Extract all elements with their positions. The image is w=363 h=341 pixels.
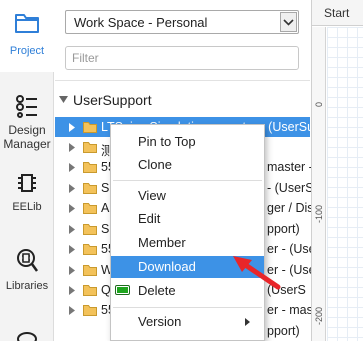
delete-icon — [115, 285, 130, 295]
workspace-select[interactable]: Work Space - Personal — [65, 10, 299, 34]
sidebar-item-label: Manager — [3, 137, 51, 151]
folder-icon — [83, 285, 97, 296]
sidebar-item-eelib[interactable]: EELib — [0, 166, 54, 222]
menu-divider — [113, 180, 262, 181]
folder-icon — [83, 142, 97, 153]
sidebar-item-design-manager[interactable]: Design Manager — [0, 86, 54, 156]
sidebar-item-more[interactable] — [0, 326, 54, 341]
tree-row-label-suffix: pport) — [267, 222, 300, 236]
expanded-arrow-icon[interactable] — [59, 96, 68, 104]
menu-item-pin-to-top[interactable]: Pin to Top — [111, 131, 264, 153]
collapsed-arrow-icon[interactable] — [69, 225, 75, 234]
partial-icon — [17, 332, 37, 341]
tree-root-usersupport[interactable]: UserSupport — [55, 90, 310, 110]
folder-icon — [83, 265, 97, 276]
collapsed-arrow-icon[interactable] — [69, 306, 75, 315]
tree-root-label: UserSupport — [73, 92, 152, 108]
tree-row-label-suffix: - (UserS — [267, 181, 314, 195]
menu-item-label: Member — [138, 235, 186, 250]
folder-icon — [83, 305, 97, 316]
canvas-grid[interactable] — [327, 27, 363, 341]
design-manager-icon — [16, 95, 37, 118]
folder-icon — [15, 14, 39, 33]
collapsed-arrow-icon[interactable] — [69, 143, 75, 152]
collapsed-arrow-icon[interactable] — [69, 123, 75, 132]
tree-row-label: S — [101, 181, 110, 195]
left-sidebar: Project Design Manager EELib Libraries — [0, 0, 54, 341]
menu-item-label: Pin to Top — [138, 134, 196, 149]
sidebar-item-label: Libraries — [5, 280, 49, 292]
sidebar-item-project[interactable]: Project — [0, 0, 54, 72]
submenu-arrow-icon — [245, 318, 250, 326]
sidebar-item-label: Project — [9, 45, 45, 57]
divider — [55, 80, 310, 81]
tree-row-label-suffix: pport) — [267, 324, 300, 338]
collapsed-arrow-icon[interactable] — [69, 204, 75, 213]
sidebar-item-label: Design — [8, 123, 46, 137]
context-menu: Pin to Top Clone View Edit Member Downlo… — [110, 124, 265, 341]
menu-item-clone[interactable]: Clone — [111, 154, 264, 176]
chevron-down-icon — [283, 19, 294, 26]
sidebar-item-label: EELib — [12, 201, 42, 213]
menu-divider — [113, 307, 262, 308]
annotation-arrow-icon — [233, 256, 281, 290]
tree-row-label-suffix: master - — [267, 160, 313, 174]
folder-icon — [83, 162, 97, 173]
ruler-label: -200 — [314, 306, 324, 325]
tree-row-label-suffix: er - mast — [267, 303, 317, 317]
collapsed-arrow-icon[interactable] — [69, 266, 75, 275]
sidebar-item-libraries[interactable]: Libraries — [0, 244, 54, 300]
menu-item-label: Delete — [138, 283, 176, 298]
folder-icon — [83, 183, 97, 194]
tree-row-label: S — [101, 222, 110, 236]
folder-icon — [83, 203, 97, 214]
chip-icon — [18, 174, 36, 192]
tab-start[interactable]: Start — [312, 0, 363, 26]
menu-item-member[interactable]: Member — [111, 232, 264, 254]
collapsed-arrow-icon[interactable] — [69, 163, 75, 172]
menu-item-view[interactable]: View — [111, 185, 264, 207]
folder-icon — [83, 122, 97, 133]
design-canvas[interactable]: Start 0 -100 -200 — [311, 0, 363, 341]
collapsed-arrow-icon[interactable] — [69, 184, 75, 193]
library-search-icon — [17, 249, 39, 272]
menu-item-label: Edit — [138, 211, 161, 226]
menu-item-edit[interactable]: Edit — [111, 208, 264, 230]
collapsed-arrow-icon[interactable] — [69, 286, 75, 295]
ruler-label: -100 — [314, 204, 324, 223]
menu-item-label: Clone — [138, 157, 172, 172]
folder-icon — [83, 244, 97, 255]
dropdown-button[interactable] — [280, 12, 297, 32]
folder-icon — [83, 224, 97, 235]
ruler-label: 0 — [314, 101, 324, 107]
menu-item-version[interactable]: Version — [111, 311, 264, 333]
menu-item-label: View — [138, 188, 166, 203]
workspace-select-value: Work Space - Personal — [74, 15, 208, 30]
menu-item-label: Version — [138, 314, 182, 329]
vertical-ruler: 0 -100 -200 — [312, 27, 326, 341]
collapsed-arrow-icon[interactable] — [69, 245, 75, 254]
menu-item-label: Download — [138, 259, 196, 274]
filter-input[interactable] — [65, 46, 299, 70]
tab-label: Start — [324, 6, 350, 20]
